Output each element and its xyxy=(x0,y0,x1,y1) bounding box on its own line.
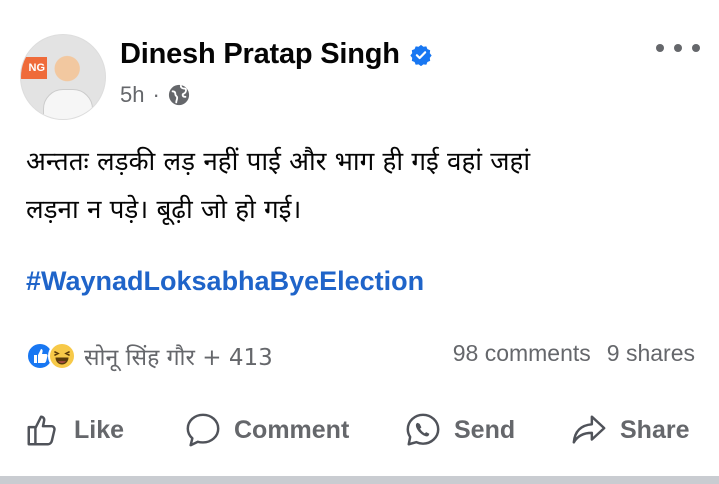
post-body-line: लड़ना न पड़े। बूढ़ी जो हो गई। xyxy=(26,195,302,225)
author-avatar[interactable]: NG xyxy=(20,34,106,120)
more-options-icon[interactable] xyxy=(656,36,700,60)
post-header: NG Dinesh Pratap Singh 5h · xyxy=(20,34,700,120)
author-row: Dinesh Pratap Singh xyxy=(120,38,432,71)
post-time[interactable]: 5h xyxy=(120,82,144,108)
avatar-flag: NG xyxy=(21,57,47,79)
send-button[interactable]: Send xyxy=(404,404,515,456)
feed-divider xyxy=(0,476,719,484)
like-icon xyxy=(27,415,56,446)
share-button[interactable]: Share xyxy=(570,404,689,456)
facebook-post: NG Dinesh Pratap Singh 5h · अन्ततः लड़की… xyxy=(0,0,719,476)
like-button[interactable]: Like xyxy=(24,404,124,456)
haha-reaction-icon xyxy=(48,342,76,370)
engagement-counts: 98 comments 9 shares xyxy=(437,340,695,367)
send-label: Send xyxy=(454,415,516,444)
comment-label: Comment xyxy=(234,415,350,444)
more-dot xyxy=(674,44,682,52)
author-name[interactable]: Dinesh Pratap Singh xyxy=(120,38,400,71)
post-meta: 5h · xyxy=(120,82,190,108)
comment-button[interactable]: Comment xyxy=(184,404,349,456)
hashtag-link[interactable]: #WaynadLoksabhaByeElection xyxy=(26,266,424,297)
post-body: अन्ततः लड़की लड़ नहीं पाई और भाग ही गई व… xyxy=(26,138,686,234)
reaction-names: सोनू सिंह गौर + 413 xyxy=(84,345,273,371)
post-body-line: अन्ततः लड़की लड़ नहीं पाई और भाग ही गई व… xyxy=(26,147,531,177)
comment-icon xyxy=(186,413,220,447)
share-label: Share xyxy=(620,415,690,444)
action-bar: Like Comment Send Share xyxy=(0,404,719,456)
verified-badge-icon xyxy=(410,44,432,66)
send-icon xyxy=(406,413,440,446)
avatar-figure xyxy=(43,89,93,119)
more-dot xyxy=(656,44,664,52)
shares-count[interactable]: 9 shares xyxy=(607,340,695,367)
reaction-icons xyxy=(26,342,76,370)
share-icon xyxy=(572,415,606,444)
comments-count[interactable]: 98 comments xyxy=(453,340,591,367)
like-label: Like xyxy=(74,415,125,444)
globe-icon xyxy=(168,84,189,106)
more-dot xyxy=(692,44,700,52)
meta-separator: · xyxy=(152,82,160,107)
reactions-summary[interactable]: सोनू सिंह गौर + 413 xyxy=(26,340,273,372)
